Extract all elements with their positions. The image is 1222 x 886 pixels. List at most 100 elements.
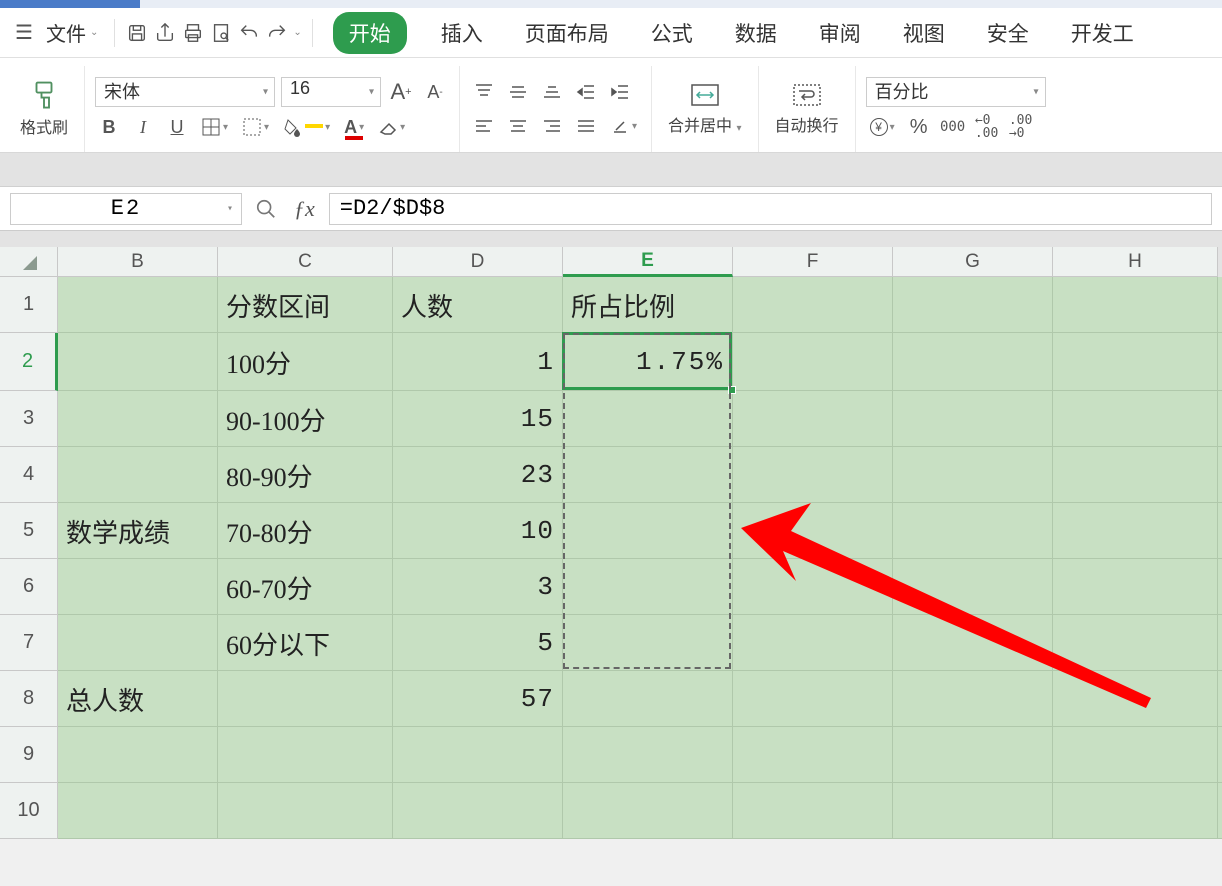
column-header[interactable]: H [1053, 247, 1218, 277]
merge-center-button[interactable]: 合并居中 ▾ [662, 78, 748, 140]
cell[interactable] [733, 615, 893, 671]
cell[interactable]: 分数区间 [218, 277, 393, 333]
cell[interactable]: 90-100分 [218, 391, 393, 447]
font-color-icon[interactable]: A ▾ [340, 113, 368, 141]
print-icon[interactable] [181, 21, 205, 45]
align-left-icon[interactable] [470, 112, 498, 140]
format-painter-button[interactable]: 格式刷 [14, 76, 74, 142]
decrease-font-icon[interactable]: A- [421, 78, 449, 106]
cell[interactable] [1053, 447, 1218, 503]
column-header[interactable]: G [893, 247, 1053, 277]
cell[interactable]: 所占比例 [563, 277, 733, 333]
cell[interactable] [893, 333, 1053, 391]
decrease-decimal-icon[interactable]: .00→0 [1007, 113, 1035, 141]
cell[interactable] [893, 503, 1053, 559]
row-header[interactable]: 10 [0, 783, 58, 839]
cell[interactable] [1053, 503, 1218, 559]
cell[interactable] [563, 783, 733, 839]
cell[interactable] [733, 391, 893, 447]
row-header[interactable]: 4 [0, 447, 58, 503]
cell[interactable]: 3 [393, 559, 563, 615]
formula-input[interactable]: =D2/$D$8 [329, 193, 1212, 225]
align-top-icon[interactable] [470, 78, 498, 106]
cell[interactable] [563, 503, 733, 559]
cell[interactable]: 1.75% [563, 333, 733, 391]
cell[interactable] [1053, 727, 1218, 783]
cell[interactable] [1053, 671, 1218, 727]
cell[interactable] [58, 391, 218, 447]
cell[interactable] [1053, 615, 1218, 671]
row-header[interactable]: 6 [0, 559, 58, 615]
file-menu[interactable]: 文件 ⌄ [40, 14, 104, 51]
cell[interactable] [58, 727, 218, 783]
column-header[interactable]: B [58, 247, 218, 277]
column-header[interactable]: D [393, 247, 563, 277]
column-header[interactable]: F [733, 247, 893, 277]
underline-icon[interactable]: U [163, 113, 191, 141]
increase-indent-icon[interactable] [606, 78, 634, 106]
save-icon[interactable] [125, 21, 149, 45]
redo-icon[interactable] [265, 21, 289, 45]
increase-font-icon[interactable]: A+ [387, 78, 415, 106]
cell[interactable]: 10 [393, 503, 563, 559]
chevron-down-icon[interactable]: ⌄ [293, 27, 301, 38]
cell[interactable] [1053, 559, 1218, 615]
cell[interactable]: 15 [393, 391, 563, 447]
cell[interactable] [733, 671, 893, 727]
share-icon[interactable] [153, 21, 177, 45]
orientation-icon[interactable]: ▾ [606, 112, 641, 140]
cell[interactable]: 57 [393, 671, 563, 727]
cell[interactable] [733, 503, 893, 559]
row-header[interactable]: 9 [0, 727, 58, 783]
cell[interactable] [893, 391, 1053, 447]
name-box[interactable]: E2 ▾ [10, 193, 242, 225]
tab-formula[interactable]: 公式 [643, 12, 701, 54]
align-bottom-icon[interactable] [538, 78, 566, 106]
row-header[interactable]: 5 [0, 503, 58, 559]
tab-insert[interactable]: 插入 [433, 12, 491, 54]
row-header[interactable]: 3 [0, 391, 58, 447]
currency-icon[interactable]: ¥ ▾ [866, 113, 899, 141]
cell[interactable]: 100分 [218, 333, 393, 391]
fx-icon[interactable]: ƒx [290, 196, 319, 222]
cell[interactable]: 60分以下 [218, 615, 393, 671]
cell[interactable]: 人数 [393, 277, 563, 333]
cell[interactable] [733, 559, 893, 615]
cell[interactable] [1053, 391, 1218, 447]
tab-review[interactable]: 审阅 [811, 12, 869, 54]
row-header[interactable]: 2 [0, 333, 58, 391]
cell[interactable]: 23 [393, 447, 563, 503]
cell[interactable] [218, 727, 393, 783]
cell[interactable] [218, 671, 393, 727]
tab-developer[interactable]: 开发工 [1063, 12, 1142, 54]
cell[interactable] [393, 783, 563, 839]
row-header[interactable]: 7 [0, 615, 58, 671]
cell[interactable] [58, 447, 218, 503]
cell[interactable]: 70-80分 [218, 503, 393, 559]
tab-page-layout[interactable]: 页面布局 [517, 12, 617, 54]
cell[interactable] [893, 727, 1053, 783]
align-right-icon[interactable] [538, 112, 566, 140]
cell[interactable]: 总人数 [58, 671, 218, 727]
tab-security[interactable]: 安全 [979, 12, 1037, 54]
cell[interactable] [733, 277, 893, 333]
increase-decimal-icon[interactable]: ←0.00 [973, 113, 1001, 141]
cell[interactable] [563, 671, 733, 727]
align-center-icon[interactable] [504, 112, 532, 140]
cell[interactable] [218, 783, 393, 839]
cell[interactable] [733, 447, 893, 503]
justify-icon[interactable] [572, 112, 600, 140]
bold-icon[interactable]: B [95, 113, 123, 141]
select-all-corner[interactable] [0, 247, 58, 277]
cell[interactable] [58, 333, 218, 391]
cell[interactable] [733, 783, 893, 839]
cell[interactable] [563, 727, 733, 783]
cell[interactable] [893, 671, 1053, 727]
cell[interactable]: 80-90分 [218, 447, 393, 503]
cell[interactable] [1053, 277, 1218, 333]
cell[interactable] [1053, 333, 1218, 391]
font-name-select[interactable]: 宋体 ▾ [95, 77, 275, 107]
cell[interactable]: 数学成绩 [58, 503, 218, 559]
undo-icon[interactable] [237, 21, 261, 45]
font-size-select[interactable]: 16 ▾ [281, 77, 381, 107]
